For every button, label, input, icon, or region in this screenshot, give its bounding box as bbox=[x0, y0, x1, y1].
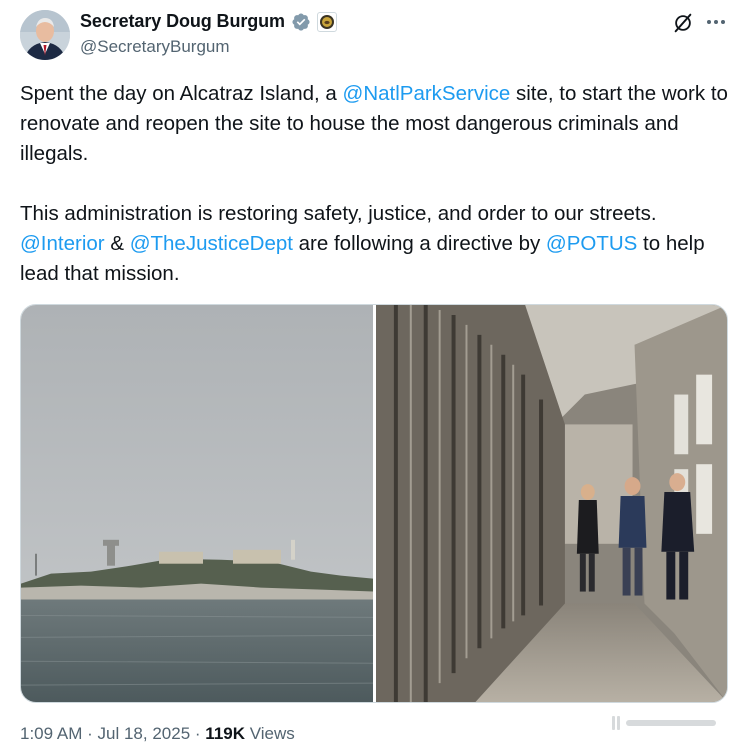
alcatraz-island-photo[interactable] bbox=[21, 305, 373, 702]
gray-verified-badge-icon[interactable] bbox=[291, 12, 311, 32]
tweet-text: Spent the day on Alcatraz Island, a @Nat… bbox=[20, 79, 732, 289]
profile-photo bbox=[20, 10, 70, 60]
author-display-name[interactable]: Secretary Doug Burgum bbox=[80, 11, 285, 32]
mention-natlparkservice[interactable]: @NatlParkService bbox=[343, 82, 511, 105]
avatar[interactable] bbox=[20, 10, 70, 60]
meta-separator: · bbox=[87, 724, 93, 743]
tweet-paragraph: This administration is restoring safety,… bbox=[20, 202, 705, 285]
mention-interior[interactable]: @Interior bbox=[20, 232, 105, 255]
watermark-icon bbox=[612, 716, 716, 730]
more-options-button[interactable] bbox=[704, 10, 728, 34]
views-count: 119K bbox=[205, 724, 245, 743]
media-grid bbox=[20, 304, 728, 703]
tweet-meta: 1:09 AM · Jul 18, 2025 · 119K Views bbox=[20, 724, 295, 744]
author-handle[interactable]: @SecretaryBurgum bbox=[80, 37, 230, 57]
mention-thejusticedept[interactable]: @TheJusticeDept bbox=[130, 232, 293, 255]
tweet-time[interactable]: 1:09 AM bbox=[20, 724, 82, 743]
views-label: Views bbox=[249, 724, 295, 743]
grok-icon[interactable] bbox=[672, 12, 694, 34]
tweet-paragraph: Spent the day on Alcatraz Island, a @Nat… bbox=[20, 82, 728, 165]
tweet-date[interactable]: Jul 18, 2025 bbox=[98, 724, 191, 743]
department-seal-icon[interactable] bbox=[316, 11, 337, 32]
mention-potus[interactable]: @POTUS bbox=[546, 232, 637, 255]
cell-block-corridor-photo[interactable] bbox=[376, 305, 727, 702]
meta-separator: · bbox=[194, 724, 201, 743]
more-options-icon bbox=[707, 20, 711, 24]
